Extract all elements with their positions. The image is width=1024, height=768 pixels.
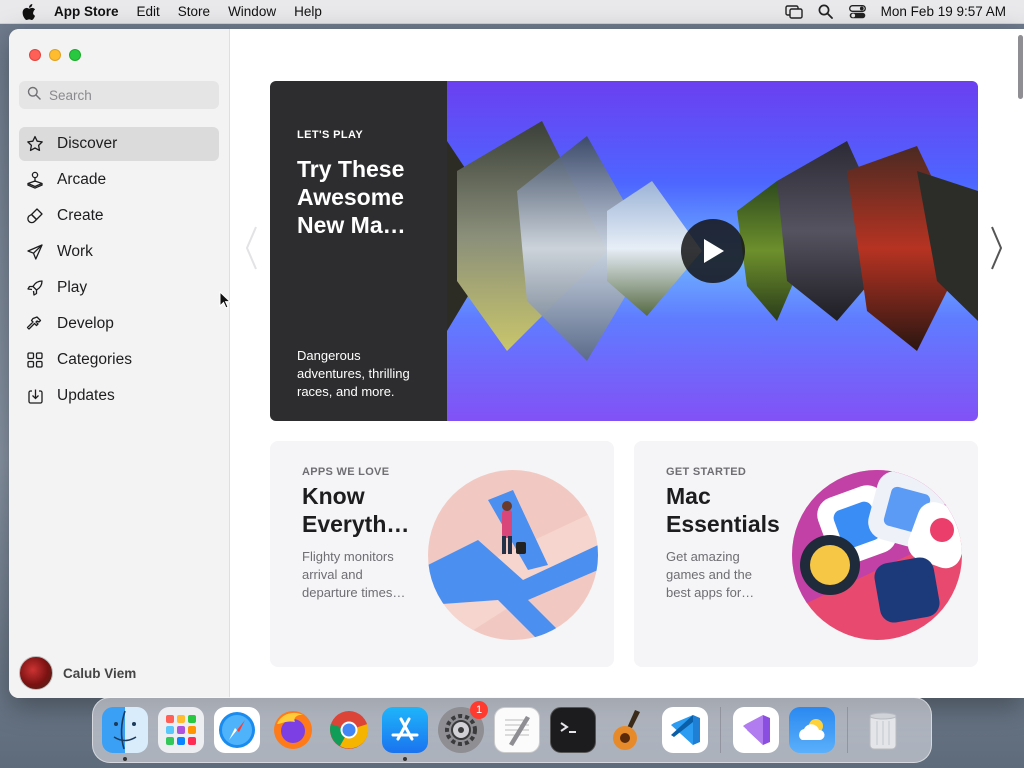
story-card-get-started[interactable]: GET STARTED Mac Essentials Get amazing g… xyxy=(634,441,978,667)
rocket-icon xyxy=(25,278,45,298)
menu-bar: App Store Edit Store Window Help Mon Feb… xyxy=(0,0,1024,24)
card-eyebrow: GET STARTED xyxy=(666,466,747,478)
account-profile[interactable]: Calub Viem xyxy=(19,656,136,690)
story-card-apps-we-love[interactable]: APPS WE LOVE Know Everyth… Flighty monit… xyxy=(270,441,614,667)
sidebar-item-discover[interactable]: Discover xyxy=(19,127,219,161)
apple-menu-icon[interactable] xyxy=(18,3,40,20)
safari-icon[interactable] xyxy=(214,707,260,753)
download-icon xyxy=(25,386,45,406)
sidebar-item-label: Arcade xyxy=(57,171,107,188)
trash-icon[interactable] xyxy=(860,707,906,753)
content-scrollbar[interactable] xyxy=(1018,29,1024,698)
weather-icon[interactable] xyxy=(789,707,835,753)
menu-edit[interactable]: Edit xyxy=(128,0,169,24)
card-description: Flighty monitors arrival and departure t… xyxy=(302,549,406,600)
account-name: Calub Viem xyxy=(63,665,137,681)
search-input[interactable] xyxy=(49,87,209,103)
hero-game-artwork xyxy=(447,81,978,421)
screen-mirroring-icon[interactable] xyxy=(784,4,803,20)
card-title: Mac Essentials xyxy=(666,483,780,537)
card-eyebrow: APPS WE LOVE xyxy=(302,466,390,478)
menu-bar-clock[interactable]: Mon Feb 19 9:57 AM xyxy=(881,4,1006,19)
hero-text-panel: LET'S PLAY Try These Awesome New Ma… Dan… xyxy=(270,81,447,421)
carousel-previous-icon[interactable] xyxy=(244,225,258,276)
mouse-pointer-icon xyxy=(219,290,232,314)
play-video-button[interactable] xyxy=(681,219,745,283)
hero-title: Try These Awesome New Ma… xyxy=(297,156,406,238)
control-center-icon[interactable] xyxy=(849,4,867,20)
firefox-icon[interactable] xyxy=(270,707,316,753)
sidebar-item-label: Categories xyxy=(57,351,132,368)
sidebar-item-develop[interactable]: Develop xyxy=(19,307,219,341)
paper-plane-icon xyxy=(25,242,45,262)
menu-app-name[interactable]: App Store xyxy=(54,0,128,24)
sidebar: Discover Arcade Create Work xyxy=(9,29,230,698)
sidebar-item-play[interactable]: Play xyxy=(19,271,219,305)
brush-icon xyxy=(25,206,45,226)
textedit-icon[interactable] xyxy=(494,707,540,753)
launchpad-icon[interactable] xyxy=(158,707,204,753)
running-indicator xyxy=(403,757,407,761)
grid-icon xyxy=(25,350,45,370)
running-indicator xyxy=(123,757,127,761)
card-description: Get amazing games and the best apps for… xyxy=(666,549,755,600)
sidebar-item-label: Discover xyxy=(57,135,118,152)
card-title: Know Everyth… xyxy=(302,483,410,537)
app-store-window: Discover Arcade Create Work xyxy=(9,29,1024,698)
zoom-window-button[interactable] xyxy=(69,49,81,61)
scrollbar-thumb[interactable] xyxy=(1018,35,1023,99)
discover-content: LET'S PLAY Try These Awesome New Ma… Dan… xyxy=(230,29,1024,698)
hero-description: Dangerous adventures, thrilling races, a… xyxy=(297,348,410,399)
notification-badge: 1 xyxy=(470,701,488,719)
app-store-dock-icon[interactable] xyxy=(382,707,428,761)
chrome-icon[interactable] xyxy=(326,707,372,753)
sidebar-item-label: Work xyxy=(57,243,93,260)
close-window-button[interactable] xyxy=(29,49,41,61)
hero-eyebrow: LET'S PLAY xyxy=(297,129,364,141)
hammer-icon xyxy=(25,314,45,334)
avatar[interactable] xyxy=(19,656,53,690)
joystick-icon xyxy=(25,170,45,190)
minimize-window-button[interactable] xyxy=(49,49,61,61)
menu-help[interactable]: Help xyxy=(285,0,331,24)
search-icon xyxy=(27,86,41,105)
sidebar-item-updates[interactable]: Updates xyxy=(19,379,219,413)
sidebar-item-label: Updates xyxy=(57,387,115,404)
sidebar-item-create[interactable]: Create xyxy=(19,199,219,233)
window-controls xyxy=(29,49,81,61)
sidebar-item-arcade[interactable]: Arcade xyxy=(19,163,219,197)
sidebar-item-label: Play xyxy=(57,279,88,296)
menu-window[interactable]: Window xyxy=(219,0,285,24)
carousel-next-icon[interactable] xyxy=(990,225,1004,276)
dock-separator xyxy=(720,707,721,753)
sidebar-nav: Discover Arcade Create Work Play Develop… xyxy=(19,127,219,415)
menu-store[interactable]: Store xyxy=(169,0,219,24)
sidebar-item-work[interactable]: Work xyxy=(19,235,219,269)
spotlight-search-icon[interactable] xyxy=(817,4,835,20)
sidebar-item-label: Create xyxy=(57,207,104,224)
star-icon xyxy=(25,134,45,154)
terminal-icon[interactable] xyxy=(550,707,596,753)
finder-icon[interactable] xyxy=(102,707,148,761)
dock: 1 xyxy=(92,697,932,763)
flighty-artwork xyxy=(428,470,598,640)
mac-essentials-artwork xyxy=(792,470,962,640)
sidebar-item-label: Develop xyxy=(57,315,114,332)
sidebar-item-categories[interactable]: Categories xyxy=(19,343,219,377)
visual-studio-icon[interactable] xyxy=(733,707,779,753)
vscode-icon[interactable] xyxy=(662,707,708,753)
system-settings-icon[interactable]: 1 xyxy=(438,701,488,753)
dock-separator xyxy=(847,707,848,753)
featured-hero-banner[interactable]: LET'S PLAY Try These Awesome New Ma… Dan… xyxy=(270,81,978,421)
garageband-icon[interactable] xyxy=(606,707,652,753)
search-field[interactable] xyxy=(19,81,219,109)
